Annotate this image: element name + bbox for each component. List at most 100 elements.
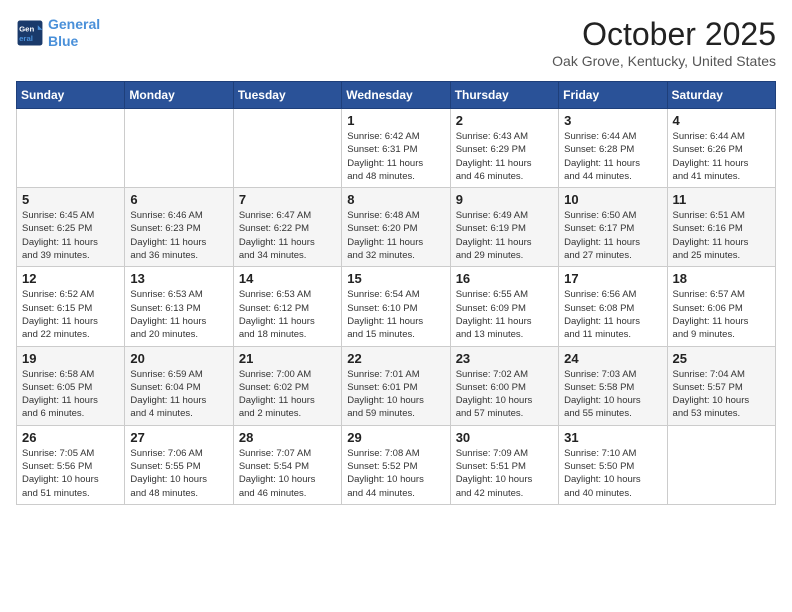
day-info: Sunrise: 7:06 AM Sunset: 5:55 PM Dayligh… [130,447,227,500]
day-number: 19 [22,351,119,366]
calendar-day-13: 13 Sunrise: 6:53 AM Sunset: 6:13 PM Dayli… [125,267,233,346]
day-info: Sunrise: 6:45 AM Sunset: 6:25 PM Dayligh… [22,209,119,262]
calendar-day-10: 10Sunrise: 6:50 AM Sunset: 6:17 PM Dayli… [559,188,667,267]
day-number: 29 [347,430,444,445]
day-info: Sunrise: 7:04 AM Sunset: 5:57 PM Dayligh… [673,368,770,421]
day-number: 12 [22,271,119,286]
day-info: Sunrise: 6:43 AM Sunset: 6:29 PM Dayligh… [456,130,553,183]
calendar-table: SundayMondayTuesdayWednesdayThursdayFrid… [16,81,776,505]
day-info: Sunrise: 6:44 AM Sunset: 6:26 PM Dayligh… [673,130,770,183]
day-info: Sunrise: 6:46 AM Sunset: 6:23 PM Dayligh… [130,209,227,262]
day-number: 3 [564,113,661,128]
location: Oak Grove, Kentucky, United States [552,53,776,69]
day-info: Sunrise: 6:55 AM Sunset: 6:09 PM Dayligh… [456,288,553,341]
logo: Gen eral General Blue [16,16,100,50]
calendar-day-9: 9Sunrise: 6:49 AM Sunset: 6:19 PM Daylig… [450,188,558,267]
empty-cell [125,109,233,188]
day-number: 31 [564,430,661,445]
logo-text: General Blue [48,16,100,50]
calendar-day-7: 7 Sunrise: 6:47 AM Sunset: 6:22 PM Daylig… [233,188,341,267]
weekday-header-sunday: Sunday [17,82,125,109]
calendar-day-29: 29 Sunrise: 7:08 AM Sunset: 5:52 PM Dayli… [342,425,450,504]
day-info: Sunrise: 6:53 AM Sunset: 6:12 PM Dayligh… [239,288,336,341]
weekday-header-saturday: Saturday [667,82,775,109]
day-number: 11 [673,192,770,207]
day-number: 22 [347,351,444,366]
calendar-day-8: 8Sunrise: 6:48 AM Sunset: 6:20 PM Daylig… [342,188,450,267]
calendar-day-18: 18 Sunrise: 6:57 AM Sunset: 6:06 PM Dayli… [667,267,775,346]
day-number: 16 [456,271,553,286]
empty-cell [667,425,775,504]
calendar-day-15: 15Sunrise: 6:54 AM Sunset: 6:10 PM Dayli… [342,267,450,346]
day-info: Sunrise: 6:57 AM Sunset: 6:06 PM Dayligh… [673,288,770,341]
calendar-day-21: 21 Sunrise: 7:00 AM Sunset: 6:02 PM Dayli… [233,346,341,425]
calendar-week-row: 26Sunrise: 7:05 AM Sunset: 5:56 PM Dayli… [17,425,776,504]
day-info: Sunrise: 6:59 AM Sunset: 6:04 PM Dayligh… [130,368,227,421]
day-number: 13 [130,271,227,286]
day-number: 17 [564,271,661,286]
weekday-header-wednesday: Wednesday [342,82,450,109]
calendar-day-22: 22 Sunrise: 7:01 AM Sunset: 6:01 PM Dayli… [342,346,450,425]
day-number: 21 [239,351,336,366]
calendar-day-5: 5 Sunrise: 6:45 AM Sunset: 6:25 PM Daylig… [17,188,125,267]
calendar-day-23: 23Sunrise: 7:02 AM Sunset: 6:00 PM Dayli… [450,346,558,425]
day-info: Sunrise: 6:58 AM Sunset: 6:05 PM Dayligh… [22,368,119,421]
weekday-header-monday: Monday [125,82,233,109]
day-number: 18 [673,271,770,286]
calendar-day-3: 3Sunrise: 6:44 AM Sunset: 6:28 PM Daylig… [559,109,667,188]
day-number: 14 [239,271,336,286]
day-info: Sunrise: 7:08 AM Sunset: 5:52 PM Dayligh… [347,447,444,500]
calendar-day-17: 17 Sunrise: 6:56 AM Sunset: 6:08 PM Dayli… [559,267,667,346]
day-info: Sunrise: 7:07 AM Sunset: 5:54 PM Dayligh… [239,447,336,500]
day-number: 28 [239,430,336,445]
calendar-day-6: 6 Sunrise: 6:46 AM Sunset: 6:23 PM Daylig… [125,188,233,267]
day-number: 9 [456,192,553,207]
calendar-day-1: 1Sunrise: 6:42 AM Sunset: 6:31 PM Daylig… [342,109,450,188]
day-info: Sunrise: 6:52 AM Sunset: 6:15 PM Dayligh… [22,288,119,341]
month-title: October 2025 [552,16,776,53]
calendar-day-12: 12 Sunrise: 6:52 AM Sunset: 6:15 PM Dayli… [17,267,125,346]
calendar-week-row: 1Sunrise: 6:42 AM Sunset: 6:31 PM Daylig… [17,109,776,188]
day-number: 7 [239,192,336,207]
day-info: Sunrise: 7:05 AM Sunset: 5:56 PM Dayligh… [22,447,119,500]
calendar-day-30: 30 Sunrise: 7:09 AM Sunset: 5:51 PM Dayli… [450,425,558,504]
logo-line2: Blue [48,33,78,49]
day-number: 24 [564,351,661,366]
calendar-day-25: 25 Sunrise: 7:04 AM Sunset: 5:57 PM Dayli… [667,346,775,425]
day-info: Sunrise: 6:56 AM Sunset: 6:08 PM Dayligh… [564,288,661,341]
calendar-week-row: 19 Sunrise: 6:58 AM Sunset: 6:05 PM Dayli… [17,346,776,425]
day-number: 27 [130,430,227,445]
day-number: 25 [673,351,770,366]
title-block: October 2025 Oak Grove, Kentucky, United… [552,16,776,69]
day-number: 6 [130,192,227,207]
day-info: Sunrise: 7:03 AM Sunset: 5:58 PM Dayligh… [564,368,661,421]
day-info: Sunrise: 7:00 AM Sunset: 6:02 PM Dayligh… [239,368,336,421]
day-number: 5 [22,192,119,207]
day-info: Sunrise: 6:51 AM Sunset: 6:16 PM Dayligh… [673,209,770,262]
calendar-week-row: 12 Sunrise: 6:52 AM Sunset: 6:15 PM Dayli… [17,267,776,346]
logo-line1: General [48,16,100,32]
day-number: 30 [456,430,553,445]
calendar-day-31: 31Sunrise: 7:10 AM Sunset: 5:50 PM Dayli… [559,425,667,504]
calendar-day-4: 4 Sunrise: 6:44 AM Sunset: 6:26 PM Daylig… [667,109,775,188]
calendar-day-20: 20 Sunrise: 6:59 AM Sunset: 6:04 PM Dayli… [125,346,233,425]
day-info: Sunrise: 6:54 AM Sunset: 6:10 PM Dayligh… [347,288,444,341]
calendar-day-14: 14 Sunrise: 6:53 AM Sunset: 6:12 PM Dayli… [233,267,341,346]
day-info: Sunrise: 6:47 AM Sunset: 6:22 PM Dayligh… [239,209,336,262]
day-number: 4 [673,113,770,128]
weekday-header-thursday: Thursday [450,82,558,109]
empty-cell [233,109,341,188]
weekday-header-friday: Friday [559,82,667,109]
day-info: Sunrise: 7:01 AM Sunset: 6:01 PM Dayligh… [347,368,444,421]
calendar-day-28: 28 Sunrise: 7:07 AM Sunset: 5:54 PM Dayli… [233,425,341,504]
calendar-week-row: 5 Sunrise: 6:45 AM Sunset: 6:25 PM Daylig… [17,188,776,267]
day-info: Sunrise: 7:09 AM Sunset: 5:51 PM Dayligh… [456,447,553,500]
day-info: Sunrise: 6:48 AM Sunset: 6:20 PM Dayligh… [347,209,444,262]
calendar-day-11: 11 Sunrise: 6:51 AM Sunset: 6:16 PM Dayli… [667,188,775,267]
day-info: Sunrise: 6:42 AM Sunset: 6:31 PM Dayligh… [347,130,444,183]
calendar-day-24: 24 Sunrise: 7:03 AM Sunset: 5:58 PM Dayli… [559,346,667,425]
day-number: 20 [130,351,227,366]
weekday-header-row: SundayMondayTuesdayWednesdayThursdayFrid… [17,82,776,109]
logo-icon: Gen eral [16,19,44,47]
day-info: Sunrise: 6:53 AM Sunset: 6:13 PM Dayligh… [130,288,227,341]
